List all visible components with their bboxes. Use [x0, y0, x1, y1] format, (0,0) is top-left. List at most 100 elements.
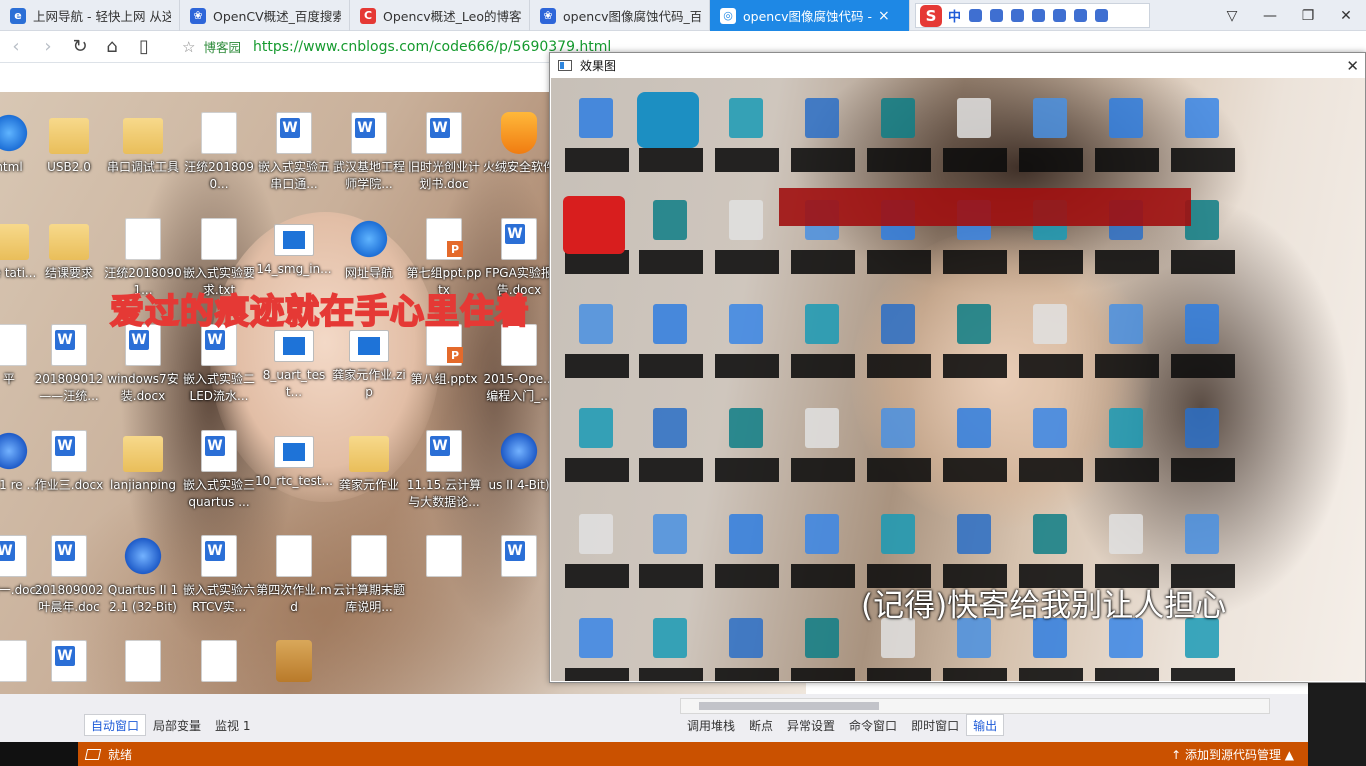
- keyboard-icon[interactable]: [1032, 9, 1046, 22]
- browser-tab-bar: e 上网导航 - 轻快上网 从这 ❀ OpenCV概述_百度搜索 C Openc…: [0, 0, 1366, 31]
- add-to-source-control[interactable]: ↑ 添加到源代码管理 ▲: [1171, 746, 1294, 763]
- punct-icon[interactable]: [969, 9, 983, 22]
- eroded-icon-block: [881, 304, 915, 344]
- tab-autos[interactable]: 自动窗口: [84, 714, 147, 736]
- grid-icon[interactable]: [1095, 9, 1109, 22]
- tab-call-stack[interactable]: 调用堆栈: [680, 714, 742, 736]
- eroded-icon-block: [653, 200, 687, 240]
- tab-immediate-window[interactable]: 即时窗口: [904, 714, 966, 736]
- word-file-icon: [276, 112, 312, 154]
- tab-breakpoints[interactable]: 断点: [742, 714, 780, 736]
- eroded-blue-icon: [637, 92, 699, 148]
- desktop-icon[interactable]: windows7安装.docx: [104, 324, 182, 405]
- desktop-icon[interactable]: us II 4-Bit): [480, 430, 558, 494]
- desktop-icon[interactable]: 嵌入式实验六RTCV实...: [180, 535, 258, 616]
- doc-file-icon: [201, 112, 237, 154]
- desktop-icon[interactable]: 旧时光创业计划书.doc: [405, 112, 483, 193]
- doc-file-icon: [201, 218, 237, 260]
- desktop-icon[interactable]: 2015-Ope...编程入门_...: [480, 324, 558, 405]
- desktop-icon[interactable]: [104, 640, 182, 687]
- desktop-icon[interactable]: 8_uart_test...: [255, 324, 333, 401]
- tab-close-icon[interactable]: ×: [878, 8, 890, 24]
- desktop-icon[interactable]: lanjianping: [104, 430, 182, 494]
- doc-file-icon: [201, 640, 237, 682]
- shirt-icon[interactable]: [1074, 9, 1088, 22]
- desktop-icon[interactable]: 火绒安全软件: [480, 112, 558, 176]
- tab-command-window[interactable]: 命令窗口: [842, 714, 904, 736]
- home-icon[interactable]: ⌂: [96, 31, 128, 63]
- tab-baidu-search[interactable]: ❀ OpenCV概述_百度搜索: [180, 0, 350, 31]
- tab-baidu-erode[interactable]: ❀ opencv图像腐蚀代码_百度: [530, 0, 710, 31]
- desktop-icon-label: 嵌入式实验六RTCV实...: [182, 583, 255, 614]
- word-file-icon: [51, 535, 87, 577]
- desktop-icon-label: 火绒安全软件: [482, 160, 555, 174]
- close-icon[interactable]: ✕: [1328, 0, 1364, 31]
- opencv-window-titlebar[interactable]: 效果图 ✕: [550, 53, 1365, 78]
- eroded-icon-block: [1033, 304, 1067, 344]
- forward-icon[interactable]: ›: [32, 31, 64, 63]
- desktop-icon[interactable]: [405, 535, 483, 582]
- desktop-icon[interactable]: 作业三.docx: [30, 430, 108, 494]
- eroded-label-block: [1095, 668, 1159, 681]
- tab-locals[interactable]: 局部变量: [146, 714, 208, 736]
- desktop-icon[interactable]: 结课要求: [30, 218, 108, 282]
- tab-title: opencv图像腐蚀代码_百度: [563, 9, 701, 24]
- desktop-icon[interactable]: 龚家元作业: [330, 430, 408, 494]
- desktop-icon[interactable]: 11.15.云计算与大数据论...: [405, 430, 483, 511]
- desktop-icon[interactable]: 201809002叶晨年.doc: [30, 535, 108, 616]
- reader-icon[interactable]: ▯: [128, 31, 160, 63]
- ime-mode-label[interactable]: 中: [948, 6, 961, 25]
- scrollbar-thumb[interactable]: [699, 702, 879, 710]
- horizontal-scrollbar[interactable]: [680, 698, 1270, 714]
- desktop-icon[interactable]: USB2.0: [30, 112, 108, 176]
- user-icon[interactable]: [1053, 9, 1067, 22]
- desktop-icon[interactable]: 网址导航: [330, 218, 408, 282]
- desktop-icon[interactable]: [255, 640, 333, 687]
- ime-toolbar: S 中: [915, 3, 1150, 28]
- folder-file-icon: [123, 436, 163, 472]
- filter-icon[interactable]: ▽: [1214, 0, 1250, 31]
- tab-exception-settings[interactable]: 异常设置: [780, 714, 842, 736]
- eroded-label-block: [639, 668, 703, 681]
- desktop-icon[interactable]: 汪统2018090...: [180, 112, 258, 193]
- bookmark-star-icon[interactable]: ☆: [182, 38, 195, 56]
- shot-file-icon: [349, 330, 389, 362]
- desktop-icon[interactable]: [30, 640, 108, 687]
- desktop-icon[interactable]: 第四次作业.md: [255, 535, 333, 616]
- desktop-icon[interactable]: 10_rtc_test...: [255, 430, 333, 490]
- desktop-icon[interactable]: 第八组.pptx: [405, 324, 483, 388]
- desktop-icon[interactable]: 14_smg_in...: [255, 218, 333, 278]
- desktop-icon[interactable]: [480, 535, 558, 582]
- desktop-icon[interactable]: 云计算期末题库说明...: [330, 535, 408, 616]
- eroded-icon-block: [1109, 408, 1143, 448]
- desktop-icon[interactable]: Quartus II 12.1 (32-Bit): [104, 535, 182, 616]
- maximize-icon[interactable]: ❐: [1290, 0, 1326, 31]
- desktop-icon[interactable]: 龚家元作业.zip: [330, 324, 408, 401]
- desktop-icon[interactable]: 嵌入式实验三quartus ...: [180, 430, 258, 511]
- opencv-close-icon[interactable]: ✕: [1346, 57, 1359, 75]
- reload-icon[interactable]: ↻: [64, 31, 96, 63]
- desktop-icon[interactable]: 嵌入式实验五串口通...: [255, 112, 333, 193]
- eroded-label-block: [943, 148, 1007, 172]
- desktop-icon[interactable]: 武汉基地工程师学院...: [330, 112, 408, 193]
- eroded-label-block: [715, 668, 779, 681]
- tab-leo-blog[interactable]: C Opencv概述_Leo的博客: [350, 0, 530, 31]
- desktop-icon[interactable]: 201809012——汪统...: [30, 324, 108, 405]
- tab-output[interactable]: 输出: [966, 714, 1005, 736]
- desktop-icon[interactable]: 嵌入式实验二LED流水...: [180, 324, 258, 405]
- desktop-icon[interactable]: [180, 640, 258, 687]
- mic-icon[interactable]: [1011, 9, 1025, 22]
- emoji-icon[interactable]: [990, 9, 1004, 22]
- desktop-icon[interactable]: 串口调试工具: [104, 112, 182, 176]
- folder-file-icon: [0, 224, 29, 260]
- sogou-icon[interactable]: S: [920, 4, 942, 27]
- tab-watch-1[interactable]: 监视 1: [208, 714, 257, 736]
- minimize-icon[interactable]: —: [1252, 0, 1288, 31]
- tab-opencv-erode-active[interactable]: ◎ opencv图像腐蚀代码 - ×: [710, 0, 910, 31]
- opencv-result-window[interactable]: 效果图 ✕ (记得)快寄给我别让人担心: [549, 52, 1366, 683]
- tab-shangwang[interactable]: e 上网导航 - 轻快上网 从这: [0, 0, 180, 31]
- eroded-label-block: [565, 354, 629, 378]
- paw-icon: ❀: [190, 7, 206, 24]
- eroded-label-block: [791, 250, 855, 274]
- back-icon[interactable]: ‹: [0, 31, 32, 63]
